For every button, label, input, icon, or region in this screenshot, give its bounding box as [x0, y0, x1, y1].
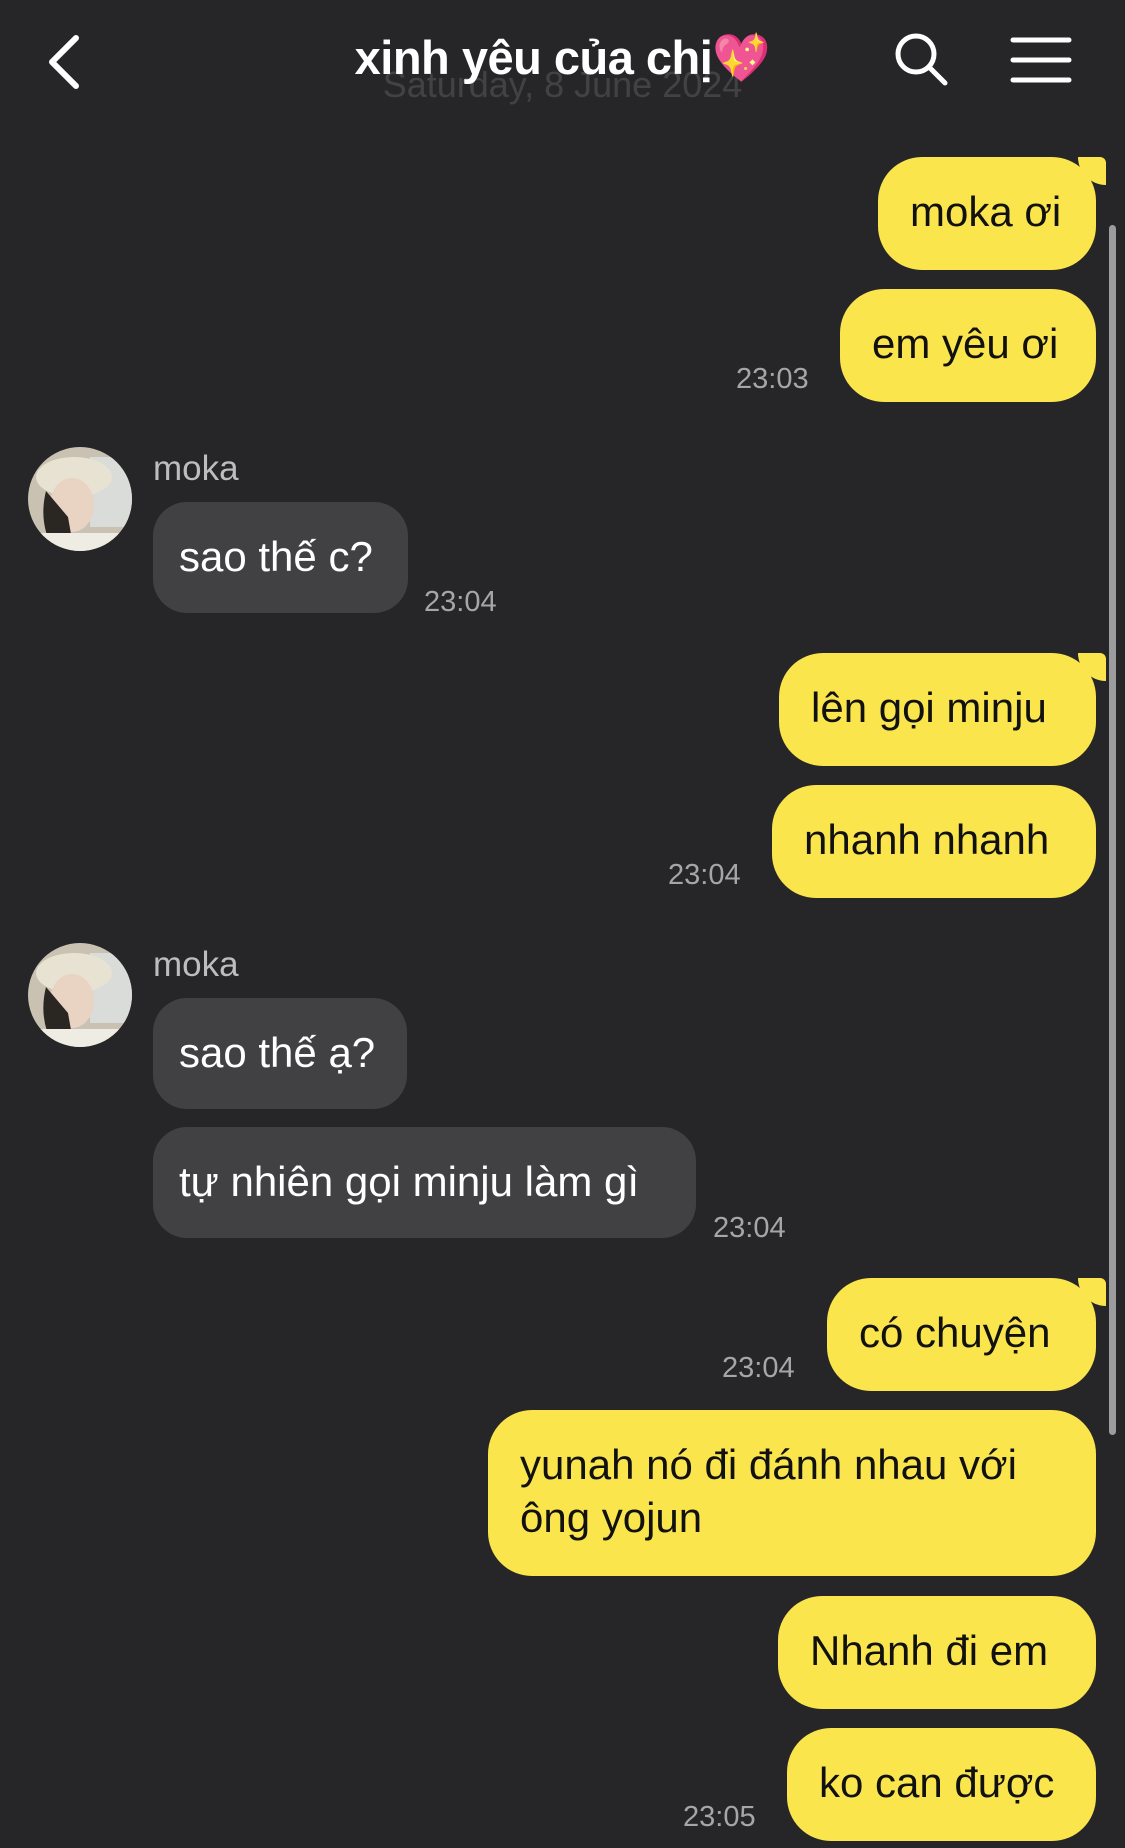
message-timestamp: 23:05 [683, 1801, 756, 1833]
avatar[interactable] [28, 447, 132, 551]
outgoing-message[interactable]: yunah nó đi đánh nhau với ông yojun [488, 1410, 1096, 1576]
scrollbar[interactable] [1109, 225, 1116, 1435]
message-timestamp: 23:04 [722, 1352, 795, 1384]
incoming-message[interactable]: sao thế c? [153, 502, 408, 613]
chat-header: Saturday, 8 June 2024 xinh yêu của chị💖 [0, 0, 1125, 130]
outgoing-message[interactable]: có chuyện [827, 1278, 1106, 1391]
profile-photo [28, 943, 132, 1047]
outgoing-message[interactable]: ko can được [787, 1728, 1096, 1841]
incoming-message[interactable]: sao thế ạ? [153, 998, 407, 1109]
outgoing-message[interactable]: Nhanh đi em [778, 1596, 1096, 1709]
sender-name: moka [153, 449, 239, 488]
outgoing-message[interactable]: lên gọi minju [779, 653, 1106, 766]
hamburger-menu-icon [1010, 37, 1072, 83]
message-timestamp: 23:04 [668, 859, 741, 891]
outgoing-message[interactable]: moka ơi [878, 157, 1106, 270]
message-timestamp: 23:04 [713, 1212, 786, 1244]
chat-title: xinh yêu của chị💖 [354, 31, 771, 84]
search-button[interactable] [892, 30, 950, 88]
profile-photo [28, 447, 132, 551]
menu-button[interactable] [1010, 36, 1072, 84]
sender-name: moka [153, 945, 239, 984]
outgoing-message[interactable]: nhanh nhanh [772, 785, 1096, 898]
avatar[interactable] [28, 943, 132, 1047]
incoming-message[interactable]: tự nhiên gọi minju làm gì [153, 1127, 696, 1238]
search-icon [895, 33, 948, 86]
message-timestamp: 23:03 [736, 363, 809, 395]
message-timestamp: 23:04 [424, 586, 497, 618]
outgoing-message[interactable]: em yêu ơi [840, 289, 1096, 402]
